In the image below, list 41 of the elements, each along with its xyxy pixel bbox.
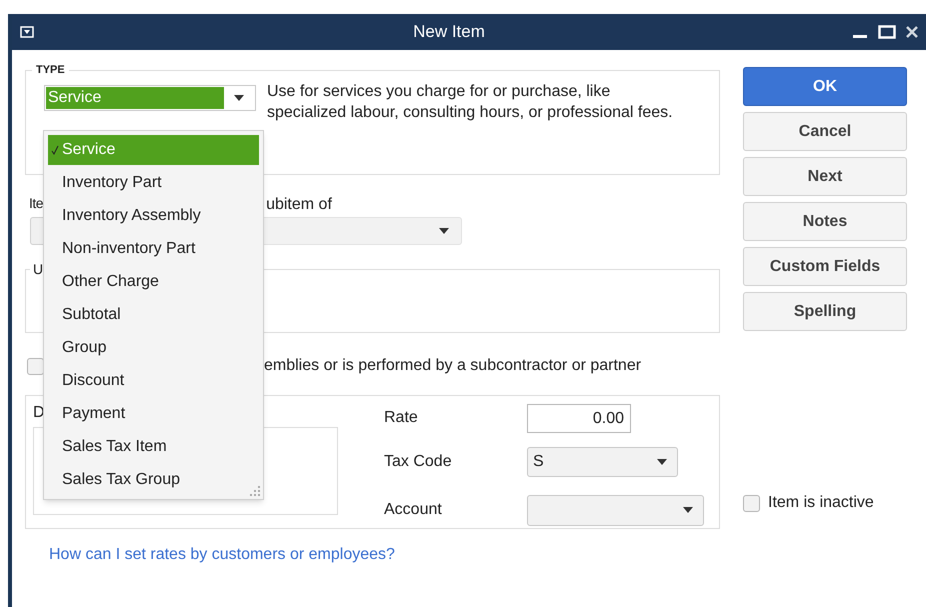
checkbox-label: Item is inactive (768, 493, 874, 513)
menu-item[interactable]: Other Charge (48, 267, 259, 297)
tax-code-select[interactable]: S (527, 446, 678, 476)
field-label: Tax Code (384, 452, 453, 472)
caret-icon (683, 507, 693, 513)
help-link[interactable]: How can I set rates by customers or employees? (49, 543, 395, 567)
dialog-button[interactable]: Notes (743, 202, 907, 241)
menu-item[interactable]: Payment (48, 399, 259, 429)
rate-field[interactable]: 0.00 (527, 404, 631, 432)
group-label: U (32, 260, 44, 279)
menu-item[interactable]: Inventory Part (48, 168, 259, 198)
type-description: Use for services you charge for or purchase, like specialized labour, consulting hours, or professional fees. (267, 82, 674, 122)
checkbox[interactable] (27, 358, 44, 374)
checkbox-label: emblies or is performed by a subcontractor or partner (264, 356, 642, 376)
field-label: Account (384, 500, 443, 520)
system-menu-icon[interactable] (20, 26, 34, 38)
caret-icon (657, 458, 667, 464)
menu-item[interactable]: Discount (48, 366, 259, 396)
caret-icon (234, 94, 244, 100)
maximize-icon[interactable] (878, 25, 896, 39)
dialog-button[interactable]: Cancel (743, 112, 907, 151)
menu-item[interactable]: Sales Tax Group (48, 465, 259, 495)
menu-item[interactable]: Group (48, 333, 259, 363)
dialog-button[interactable]: Custom Fields (743, 247, 907, 286)
group-label: TYPE (35, 63, 66, 78)
field-label: ubitem of (266, 195, 332, 211)
dialog-button[interactable]: OK (743, 67, 907, 106)
caret-icon (439, 228, 449, 234)
close-icon[interactable] (906, 26, 918, 38)
field-label: Ite (29, 194, 44, 211)
field-label: Rate (384, 408, 419, 428)
window-title: New Item (412, 21, 486, 44)
menu-item[interactable]: Subtotal (48, 300, 259, 330)
menu-item[interactable]: Non-inventory Part (48, 234, 259, 264)
checkbox[interactable] (743, 494, 760, 512)
menu-item[interactable]: Sales Tax Item (48, 432, 259, 462)
resize-grip-icon[interactable] (250, 486, 260, 496)
dialog-button[interactable]: Next (743, 157, 907, 196)
menu-item[interactable]: Inventory Assembly (48, 201, 259, 231)
dialog-button[interactable]: Spelling (743, 292, 907, 331)
check-icon (51, 145, 59, 155)
